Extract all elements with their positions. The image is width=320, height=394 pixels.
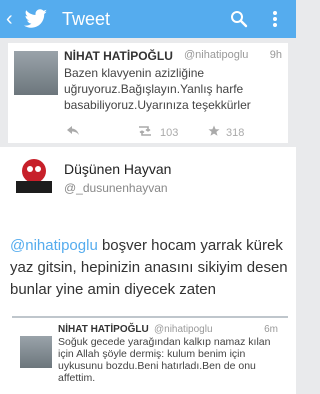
tweet-author-name: Düşünen Hayvan [64,161,172,177]
more-options-icon[interactable] [264,8,286,30]
tweet-card-original[interactable]: NİHAT HATİPOĞLU @nihatipoglu 9h Bazen kl… [8,43,288,143]
quoted-text: Soğuk gecede yarağından kalkıp namaz kıl… [58,336,271,384]
retweet-count: 103 [160,126,179,139]
retweet-icon [136,125,154,140]
app-title: Tweet [62,8,111,29]
tweet-author-handle: @_dusunenhayvan [64,181,168,195]
quoted-author-handle: @nihatipoglu [154,324,213,335]
tweet-author-handle: @nihatipoglu [184,49,249,61]
tweet-text: Bazen klavyenin azizliğine uğruyoruz.Bağ… [64,66,251,112]
favorite-control[interactable]: 318 [208,125,244,140]
tweet-time: 9h [269,49,282,61]
search-icon[interactable] [228,8,250,30]
avatar[interactable] [20,336,52,368]
avatar[interactable] [14,51,58,95]
app-bar: ‹ Tweet [0,0,296,38]
favorite-count: 318 [226,126,245,139]
twitter-bird-icon [24,8,50,30]
quoted-tweet[interactable]: NİHAT HATİPOĞLU @nihatipoglu 6m Soğuk ge… [12,316,288,388]
reply-icon[interactable] [66,125,80,140]
tweet-actions: 103 318 [62,125,282,139]
retweet-control[interactable]: 103 [136,125,178,140]
tweet-text: @nihatipoglu boşver hocam yarrak kürek y… [10,235,290,301]
back-icon[interactable]: ‹ [6,8,18,31]
avatar[interactable] [14,155,54,195]
app-actions [228,8,286,30]
quoted-author-name: NİHAT HATİPOĞLU [58,324,149,335]
star-icon [208,125,220,140]
quoted-time: 6m [264,324,278,335]
mention-link[interactable]: @nihatipoglu [10,237,98,254]
tweet-author-name: NİHAT HATİPOĞLU [64,49,173,63]
